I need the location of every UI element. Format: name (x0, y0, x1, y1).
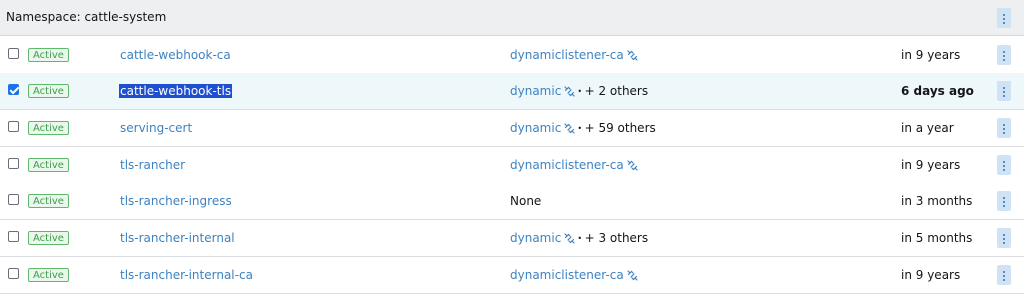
table-row[interactable]: Active cattle-webhook-tls dynamic • + 2 oth… (0, 73, 1024, 110)
issuer-link[interactable]: dynamic (510, 84, 561, 98)
certificate-name-link[interactable]: cattle-webhook-ca (120, 48, 231, 62)
kebab-dot-icon (1003, 161, 1005, 163)
table-row[interactable]: Active tls-rancher dynamiclistener-ca in 9 … (0, 147, 1024, 184)
group-actions-button[interactable] (997, 8, 1011, 28)
certificate-name-link[interactable]: tls-rancher (120, 158, 185, 172)
expires-text: in a year (901, 121, 954, 135)
separator-dot: • (577, 124, 585, 133)
kebab-dot-icon (1003, 169, 1005, 171)
unlink-icon (564, 233, 575, 244)
kebab-dot-icon (1003, 22, 1005, 24)
kebab-dot-icon (1003, 91, 1005, 93)
unlink-icon (627, 50, 638, 61)
issuer-cell: dynamic • + 3 others (510, 231, 648, 245)
expires-text: in 3 months (901, 194, 973, 208)
status-badge: Active (28, 121, 69, 135)
issuer-cell: dynamiclistener-ca (510, 48, 638, 62)
kebab-dot-icon (1003, 95, 1005, 97)
separator-dot: • (577, 87, 585, 96)
kebab-dot-icon (1003, 205, 1005, 207)
row-checkbox[interactable] (8, 84, 19, 95)
kebab-dot-icon (1003, 201, 1005, 203)
table-row[interactable]: Active tls-rancher-internal dynamic • + 3 o… (0, 220, 1024, 257)
issuer-cell: dynamic • + 59 others (510, 121, 656, 135)
separator-dot: • (577, 234, 585, 243)
kebab-dot-icon (1003, 128, 1005, 130)
row-checkbox[interactable] (8, 48, 19, 59)
unlink-icon (627, 270, 638, 281)
row-actions-button[interactable] (997, 155, 1011, 175)
kebab-dot-icon (1003, 14, 1005, 16)
issuer-link[interactable]: dynamic (510, 121, 561, 135)
kebab-dot-icon (1003, 242, 1005, 244)
row-actions-button[interactable] (997, 191, 1011, 211)
certificate-name-link[interactable]: tls-rancher-internal (120, 231, 235, 245)
certificate-name-link[interactable]: cattle-webhook-tls (119, 84, 233, 98)
table-row[interactable]: Active serving-cert dynamic • + 59 others in… (0, 110, 1024, 147)
kebab-dot-icon (1003, 124, 1005, 126)
row-actions-button[interactable] (997, 265, 1011, 285)
unlink-icon (627, 160, 638, 171)
row-actions-button[interactable] (997, 118, 1011, 138)
expires-text: in 5 months (901, 231, 973, 245)
row-checkbox[interactable] (8, 231, 19, 242)
certificate-name-link[interactable]: serving-cert (120, 121, 192, 135)
issuer-none-text: None (510, 194, 542, 208)
issuer-cell: dynamiclistener-ca (510, 158, 638, 172)
issuer-cell: dynamic • + 2 others (510, 84, 648, 98)
kebab-dot-icon (1003, 271, 1005, 273)
kebab-dot-icon (1003, 87, 1005, 89)
status-badge: Active (28, 48, 69, 62)
issuer-others-count: • + 59 others (577, 121, 655, 135)
issuer-link[interactable]: dynamiclistener-ca (510, 158, 624, 172)
row-checkbox[interactable] (8, 158, 19, 169)
expires-text: in 9 years (901, 268, 961, 282)
others-count-label: + 59 others (584, 121, 656, 135)
row-checkbox[interactable] (8, 268, 19, 279)
status-badge: Active (28, 158, 69, 172)
certificate-name-link[interactable]: tls-rancher-ingress (120, 194, 232, 208)
issuer-others-count: • + 3 others (577, 231, 648, 245)
kebab-dot-icon (1003, 165, 1005, 167)
status-badge: Active (28, 194, 69, 208)
status-badge: Active (28, 84, 69, 98)
certificate-name-link[interactable]: tls-rancher-internal-ca (120, 268, 253, 282)
issuer-link[interactable]: dynamiclistener-ca (510, 48, 624, 62)
issuer-cell: dynamiclistener-ca (510, 268, 638, 282)
table-row[interactable]: Active tls-rancher-internal-ca dynamiclist… (0, 257, 1024, 294)
kebab-dot-icon (1003, 238, 1005, 240)
issuer-others-count: • + 2 others (577, 84, 648, 98)
table-row[interactable]: Active cattle-webhook-ca dynamiclistener-c… (0, 37, 1024, 74)
kebab-dot-icon (1003, 132, 1005, 134)
others-count-label: + 2 others (584, 84, 649, 98)
kebab-dot-icon (1003, 279, 1005, 281)
row-actions-button[interactable] (997, 45, 1011, 65)
expires-text: in 9 years (901, 48, 961, 62)
issuer-cell: None (510, 194, 541, 208)
expires-text: in 9 years (901, 158, 961, 172)
row-checkbox[interactable] (8, 121, 19, 132)
status-badge: Active (28, 231, 69, 245)
unlink-icon (564, 123, 575, 134)
kebab-dot-icon (1003, 234, 1005, 236)
namespace-group-label: Namespace: cattle-system (6, 10, 167, 24)
others-count-label: + 3 others (584, 231, 649, 245)
table-row[interactable]: Active tls-rancher-ingress None in 3 months (0, 183, 1024, 220)
kebab-dot-icon (1003, 51, 1005, 53)
kebab-dot-icon (1003, 197, 1005, 199)
kebab-dot-icon (1003, 18, 1005, 20)
issuer-link[interactable]: dynamiclistener-ca (510, 268, 624, 282)
row-checkbox[interactable] (8, 194, 19, 205)
unlink-icon (564, 86, 575, 97)
status-badge: Active (28, 268, 69, 282)
certificates-table: Namespace: cattle-system Active cattle-we… (0, 0, 1024, 298)
row-actions-button[interactable] (997, 81, 1011, 101)
expires-text: 6 days ago (901, 84, 974, 98)
row-actions-button[interactable] (997, 228, 1011, 248)
namespace-group-header: Namespace: cattle-system (0, 0, 1024, 36)
kebab-dot-icon (1003, 59, 1005, 61)
issuer-link[interactable]: dynamic (510, 231, 561, 245)
kebab-dot-icon (1003, 55, 1005, 57)
kebab-dot-icon (1003, 275, 1005, 277)
